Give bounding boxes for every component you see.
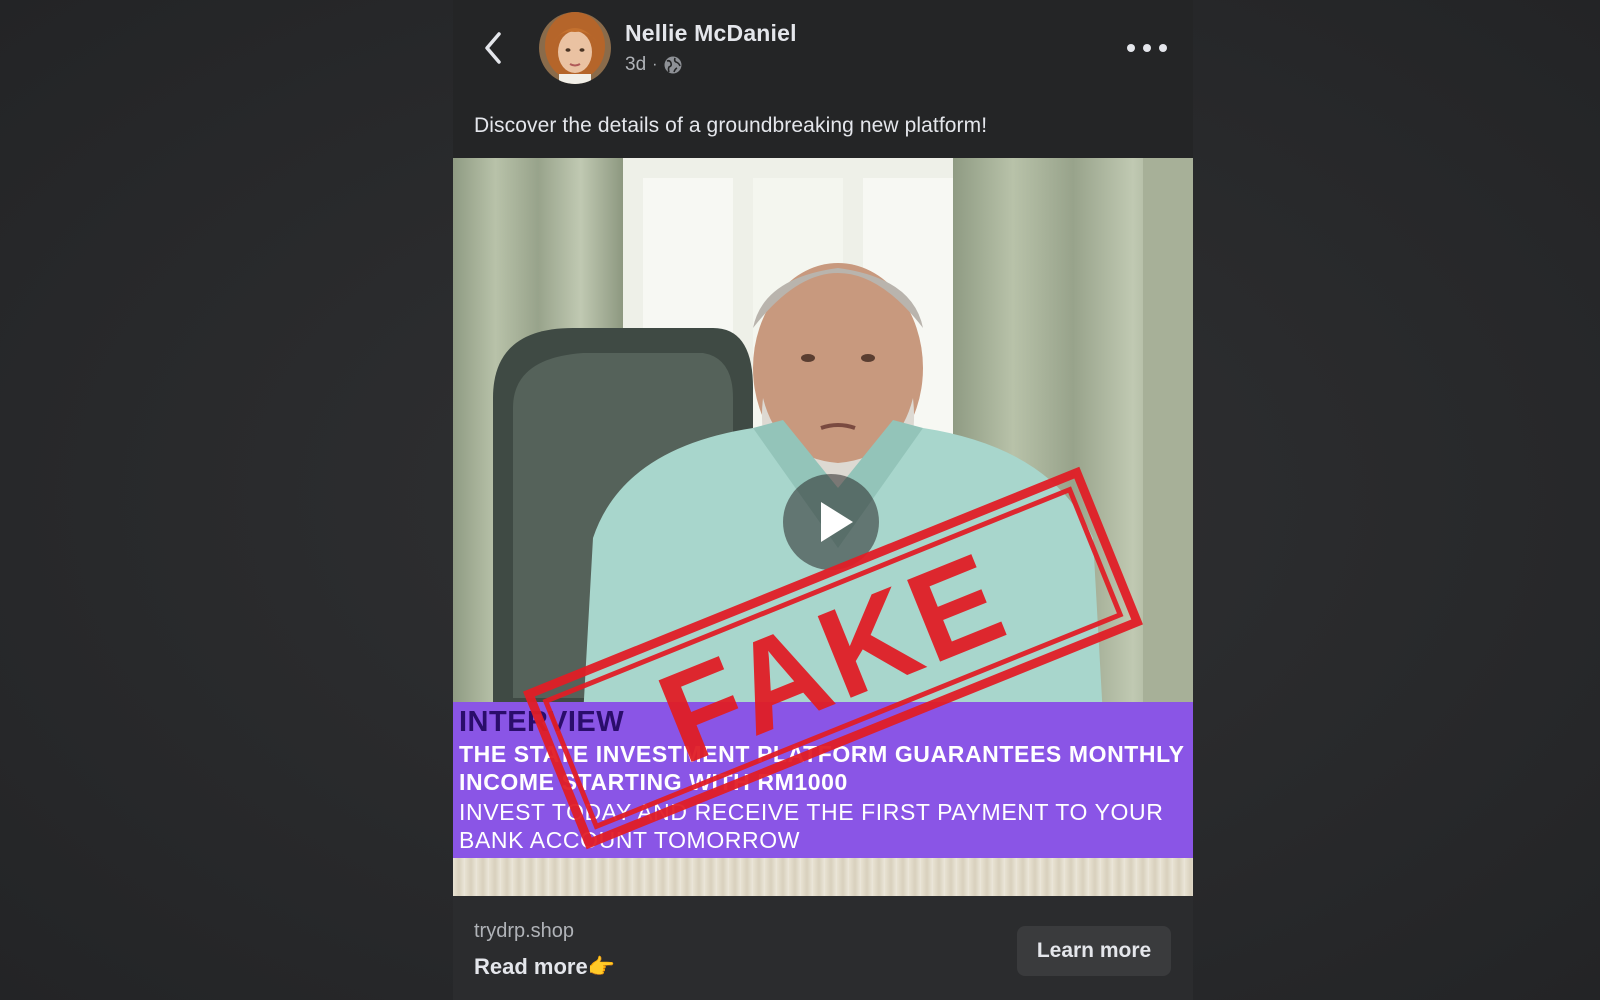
app-screen: Nellie McDaniel 3d · Discover the detail… bbox=[0, 0, 1600, 1000]
author-name[interactable]: Nellie McDaniel bbox=[625, 20, 797, 47]
meta-separator: · bbox=[652, 56, 658, 73]
play-button[interactable] bbox=[783, 474, 879, 570]
avatar-image bbox=[539, 12, 611, 84]
banner-claim: THE STATE INVESTMENT PLATFORM GUARANTEES… bbox=[459, 741, 1185, 795]
video-thumbnail[interactable]: INTERVIEW THE STATE INVESTMENT PLATFORM … bbox=[453, 158, 1193, 896]
link-domain: trydrp.shop bbox=[474, 920, 575, 942]
post-caption: Discover the details of a groundbreaking… bbox=[474, 114, 988, 137]
desk-strip bbox=[453, 858, 1193, 896]
chevron-left-icon bbox=[485, 32, 501, 64]
globe-icon bbox=[664, 56, 682, 74]
post-header: Nellie McDaniel 3d · bbox=[453, 0, 1193, 100]
more-dot bbox=[1143, 44, 1151, 52]
more-horizontal-icon bbox=[1127, 44, 1135, 52]
banner-subtext: INVEST TODAY AND RECEIVE THE FIRST PAYME… bbox=[459, 799, 1164, 853]
video-text-banner: INTERVIEW THE STATE INVESTMENT PLATFORM … bbox=[453, 702, 1193, 858]
post-meta: 3d · bbox=[625, 54, 683, 76]
more-dot bbox=[1159, 44, 1167, 52]
link-preview[interactable]: trydrp.shop Read more👉 Learn more bbox=[453, 896, 1193, 1000]
banner-title: INTERVIEW bbox=[459, 706, 625, 738]
learn-more-button[interactable]: Learn more bbox=[1017, 926, 1171, 976]
link-headline: Read more👉 bbox=[474, 954, 616, 979]
back-button[interactable] bbox=[475, 26, 515, 70]
ad-post: Nellie McDaniel 3d · Discover the detail… bbox=[453, 0, 1193, 1000]
more-options-button[interactable] bbox=[1127, 36, 1167, 60]
author-avatar[interactable] bbox=[539, 12, 611, 84]
post-age: 3d bbox=[625, 54, 647, 75]
play-icon bbox=[821, 502, 853, 542]
